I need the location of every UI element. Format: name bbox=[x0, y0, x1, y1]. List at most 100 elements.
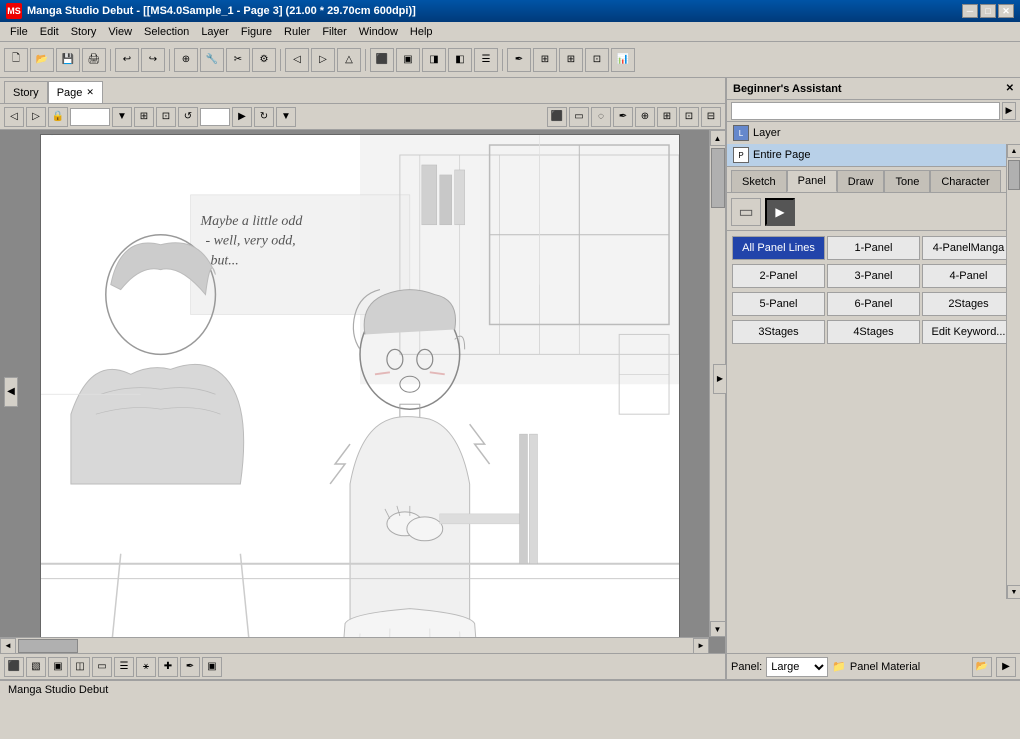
ct-measure[interactable]: ⊟ bbox=[701, 107, 721, 127]
tab-sketch[interactable]: Sketch bbox=[731, 170, 787, 192]
scroll-h-thumb[interactable] bbox=[18, 639, 78, 653]
tb-btn-13[interactable]: ◧ bbox=[448, 48, 472, 72]
tb-btn-7[interactable]: ◁ bbox=[285, 48, 309, 72]
panel-cursor-tool[interactable]: ▶ bbox=[765, 198, 795, 226]
tb-btn-10[interactable]: ⬛ bbox=[370, 48, 394, 72]
tb-btn-8[interactable]: ▷ bbox=[311, 48, 335, 72]
panel-expand-button[interactable]: ▶ bbox=[713, 364, 727, 394]
menu-selection[interactable]: Selection bbox=[138, 24, 195, 40]
ct-fit-width[interactable]: ⊡ bbox=[156, 107, 176, 127]
panel-cell-all-panel-lines[interactable]: All Panel Lines bbox=[732, 236, 825, 260]
menu-file[interactable]: File bbox=[4, 24, 34, 40]
ct-select-pen[interactable]: ✒ bbox=[613, 107, 633, 127]
panel-folder-nav-button[interactable]: ▶ bbox=[996, 657, 1016, 677]
ct-select-lasso[interactable]: ◌ bbox=[591, 107, 611, 127]
panel-scroll-thumb[interactable] bbox=[1008, 160, 1020, 190]
ct-grid[interactable]: ⊞ bbox=[657, 107, 677, 127]
left-nav-arrow[interactable]: ◀ bbox=[4, 377, 18, 407]
tb-btn-15[interactable]: ✒ bbox=[507, 48, 531, 72]
ct-rotate-right[interactable]: ▶ bbox=[232, 107, 252, 127]
layer-item-entire-page[interactable]: P Entire Page ▶ bbox=[727, 144, 1020, 166]
ct-prev-page[interactable]: ◁ bbox=[4, 107, 24, 127]
panel-scroll-down[interactable]: ▼ bbox=[1007, 585, 1020, 599]
scroll-v-thumb[interactable] bbox=[711, 148, 725, 208]
ct-select-rect[interactable]: ▭ bbox=[569, 107, 589, 127]
right-panel-scrollbar[interactable]: ▲ ▼ bbox=[1006, 144, 1020, 599]
ct-rotate-cw[interactable]: ↻ bbox=[254, 107, 274, 127]
assistant-search-input[interactable] bbox=[731, 102, 1000, 120]
cb-btn-5[interactable]: ▭ bbox=[92, 657, 112, 677]
restore-button[interactable]: □ bbox=[980, 4, 996, 18]
scroll-down-button[interactable]: ▼ bbox=[710, 621, 726, 637]
rotate-input[interactable]: 0 bbox=[200, 108, 230, 126]
tb-btn-1[interactable]: ↩ bbox=[115, 48, 139, 72]
menu-ruler[interactable]: Ruler bbox=[278, 24, 316, 40]
tab-character[interactable]: Character bbox=[930, 170, 1000, 192]
cb-btn-9[interactable]: ✒ bbox=[180, 657, 200, 677]
tb-btn-3[interactable]: ⊕ bbox=[174, 48, 198, 72]
cb-btn-10[interactable]: ▣ bbox=[202, 657, 222, 677]
menu-edit[interactable]: Edit bbox=[34, 24, 65, 40]
tb-btn-5[interactable]: ✂ bbox=[226, 48, 250, 72]
ct-zoom-lock[interactable]: 🔒 bbox=[48, 107, 68, 127]
ct-zoom-dropdown[interactable]: ▼ bbox=[112, 107, 132, 127]
tb-btn-6[interactable]: ⚙ bbox=[252, 48, 276, 72]
tb-btn-19[interactable]: 📊 bbox=[611, 48, 635, 72]
tb-btn-4[interactable]: 🔧 bbox=[200, 48, 224, 72]
panel-cell-3stages[interactable]: 3Stages bbox=[732, 320, 825, 344]
minimize-button[interactable]: ─ bbox=[962, 4, 978, 18]
panel-cell-4-panel-manga[interactable]: 4-PanelManga bbox=[922, 236, 1015, 260]
close-button[interactable]: ✕ bbox=[998, 4, 1014, 18]
menu-figure[interactable]: Figure bbox=[235, 24, 278, 40]
canvas-viewport[interactable]: ◀ Maybe a little odd - well, very odd, bbox=[0, 130, 725, 653]
tb-btn-18[interactable]: ⊡ bbox=[585, 48, 609, 72]
ct-fit[interactable]: ⊞ bbox=[134, 107, 154, 127]
ct-select-all[interactable]: ⬛ bbox=[547, 107, 567, 127]
tb-btn-9[interactable]: △ bbox=[337, 48, 361, 72]
search-go-button[interactable]: ▶ bbox=[1002, 102, 1016, 120]
menu-story[interactable]: Story bbox=[65, 24, 103, 40]
tb-btn-12[interactable]: ◨ bbox=[422, 48, 446, 72]
layer-item-layer[interactable]: L Layer bbox=[727, 122, 1020, 144]
panel-folder-open-button[interactable]: 📂 bbox=[972, 657, 992, 677]
panel-cell-edit-keyword[interactable]: Edit Keyword... bbox=[922, 320, 1015, 344]
scroll-right-button[interactable]: ► bbox=[693, 638, 709, 654]
scroll-up-button[interactable]: ▲ bbox=[710, 130, 726, 146]
cb-btn-8[interactable]: ✚ bbox=[158, 657, 178, 677]
ct-rotate-dropdown[interactable]: ▼ bbox=[276, 107, 296, 127]
menu-filter[interactable]: Filter bbox=[316, 24, 352, 40]
menu-help[interactable]: Help bbox=[404, 24, 439, 40]
assistant-close-button[interactable]: ✕ bbox=[1006, 83, 1014, 94]
cb-btn-6[interactable]: ☰ bbox=[114, 657, 134, 677]
tab-panel[interactable]: Panel bbox=[787, 170, 837, 192]
tb-btn-14[interactable]: ☰ bbox=[474, 48, 498, 72]
print-button[interactable]: 🖨 bbox=[82, 48, 106, 72]
ct-grid2[interactable]: ⊡ bbox=[679, 107, 699, 127]
tb-btn-17[interactable]: ⊞ bbox=[559, 48, 583, 72]
panel-cell-4-panel[interactable]: 4-Panel bbox=[922, 264, 1015, 288]
ct-rotate-ccw[interactable]: ↺ bbox=[178, 107, 198, 127]
panel-cell-4stages[interactable]: 4Stages bbox=[827, 320, 920, 344]
cb-btn-4[interactable]: ◫ bbox=[70, 657, 90, 677]
panel-cell-5-panel[interactable]: 5-Panel bbox=[732, 292, 825, 316]
panel-lines-tool[interactable]: ▭ bbox=[731, 198, 761, 226]
panel-cell-6-panel[interactable]: 6-Panel bbox=[827, 292, 920, 316]
panel-cell-1-panel[interactable]: 1-Panel bbox=[827, 236, 920, 260]
tab-page[interactable]: Page ✕ bbox=[48, 81, 103, 103]
scrollbar-bottom[interactable]: ◄ ► bbox=[0, 637, 709, 653]
tab-draw[interactable]: Draw bbox=[837, 170, 885, 192]
tab-page-close[interactable]: ✕ bbox=[86, 87, 94, 98]
panel-size-select[interactable]: Large Medium Small bbox=[766, 657, 828, 677]
zoom-input[interactable]: 25.0 bbox=[70, 108, 110, 126]
tb-btn-2[interactable]: ↪ bbox=[141, 48, 165, 72]
save-button[interactable]: 💾 bbox=[56, 48, 80, 72]
scroll-left-button[interactable]: ◄ bbox=[0, 638, 16, 654]
menu-view[interactable]: View bbox=[102, 24, 138, 40]
panel-scroll-up[interactable]: ▲ bbox=[1007, 144, 1020, 158]
tb-btn-16[interactable]: ⊞ bbox=[533, 48, 557, 72]
cb-btn-7[interactable]: ⚹ bbox=[136, 657, 156, 677]
tab-tone[interactable]: Tone bbox=[884, 170, 930, 192]
cb-btn-3[interactable]: ▣ bbox=[48, 657, 68, 677]
cb-btn-1[interactable]: ⬛ bbox=[4, 657, 24, 677]
new-button[interactable]: 🗋 bbox=[4, 48, 28, 72]
